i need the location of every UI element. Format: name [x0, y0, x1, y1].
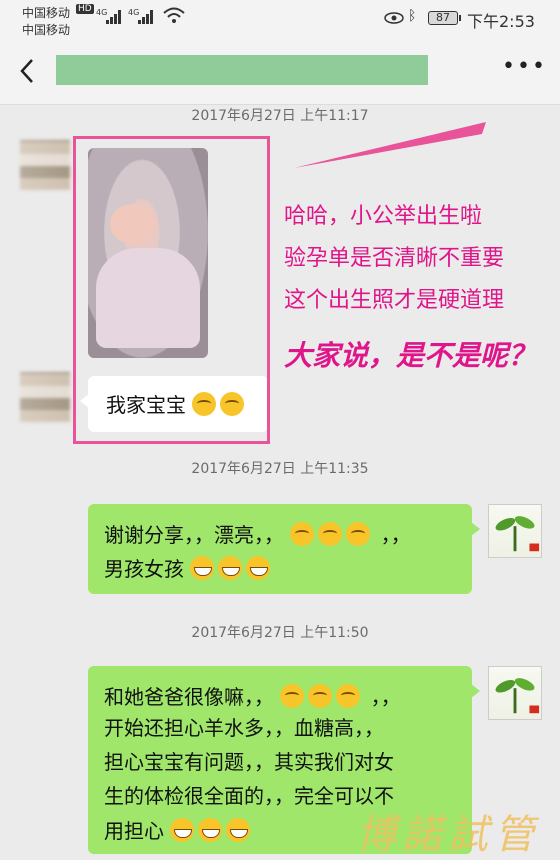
grinning-emoji-icon: [198, 818, 223, 842]
message-text: 用担心: [104, 819, 164, 843]
message-text: 男孩女孩: [104, 557, 184, 581]
signal-1-icon: [106, 10, 122, 24]
battery-icon: 87: [428, 11, 461, 25]
thinking-emoji-icon: [290, 522, 315, 546]
chat-title-redacted: [56, 55, 428, 85]
annotation-line-2: 验孕单是否清晰不重要: [284, 246, 505, 271]
user-avatar[interactable]: [488, 504, 542, 558]
back-arrow-icon[interactable]: [14, 56, 44, 86]
message-text: 开始还担心羊水多，，血糖高，，: [104, 716, 384, 740]
thinking-emoji-icon: [336, 684, 361, 708]
annotation-line-4: 大家说，是不是呢？: [284, 339, 537, 372]
message-text: 谢谢分享，，漂亮，，: [104, 523, 284, 547]
contact-avatar[interactable]: [20, 140, 70, 190]
user-avatar[interactable]: [488, 666, 542, 720]
contact-avatar[interactable]: [20, 372, 70, 422]
signal-2-icon: [138, 10, 154, 24]
message-text: 担心宝宝有问题，，其实我们对女: [104, 750, 394, 774]
status-bar: 中国移动 HD 中国移动 4G 4G ᛒ 87 下午2:53: [0, 0, 560, 40]
grinning-emoji-icon: [190, 556, 215, 580]
carrier-name-2: 中国移动: [22, 23, 71, 37]
wifi-icon: [163, 7, 185, 23]
annotation-arrow: [294, 122, 486, 168]
chat-header: •••: [0, 40, 560, 105]
message-text: 和她爸爸很像嘛，，: [104, 685, 274, 709]
thinking-emoji-icon: [280, 684, 305, 708]
message-text: ，，: [370, 685, 401, 709]
eye-comfort-icon: [384, 12, 404, 24]
message-text: 生的体检很全面的，，完全可以不: [104, 784, 394, 808]
message-text: ，，: [380, 523, 411, 547]
bluetooth-icon: ᛒ: [408, 8, 417, 24]
thinking-emoji-icon: [308, 684, 333, 708]
thinking-emoji-icon: [346, 522, 371, 546]
timestamp: 2017年6月27日 上午11:50: [191, 625, 369, 641]
highlight-box: [73, 136, 270, 444]
more-options-icon[interactable]: •••: [502, 56, 545, 82]
grinning-emoji-icon: [246, 556, 271, 580]
grinning-emoji-icon: [218, 556, 243, 580]
message-bubble[interactable]: 谢谢分享，，漂亮，， ，， 男孩女孩: [88, 504, 480, 594]
annotation-line-3: 这个出生照才是硬道理: [284, 288, 505, 313]
grinning-emoji-icon: [170, 818, 195, 842]
timestamp: 2017年6月27日 上午11:35: [191, 461, 369, 477]
watermark: 博諾試管: [356, 812, 540, 858]
clock: 下午2:53: [467, 12, 535, 31]
carrier-name-1: 中国移动: [22, 6, 71, 20]
grinning-emoji-icon: [226, 818, 251, 842]
thinking-emoji-icon: [318, 522, 343, 546]
hd-badge: HD: [76, 4, 94, 14]
annotation-line-1: 哈哈，小公举出生啦: [284, 204, 483, 229]
